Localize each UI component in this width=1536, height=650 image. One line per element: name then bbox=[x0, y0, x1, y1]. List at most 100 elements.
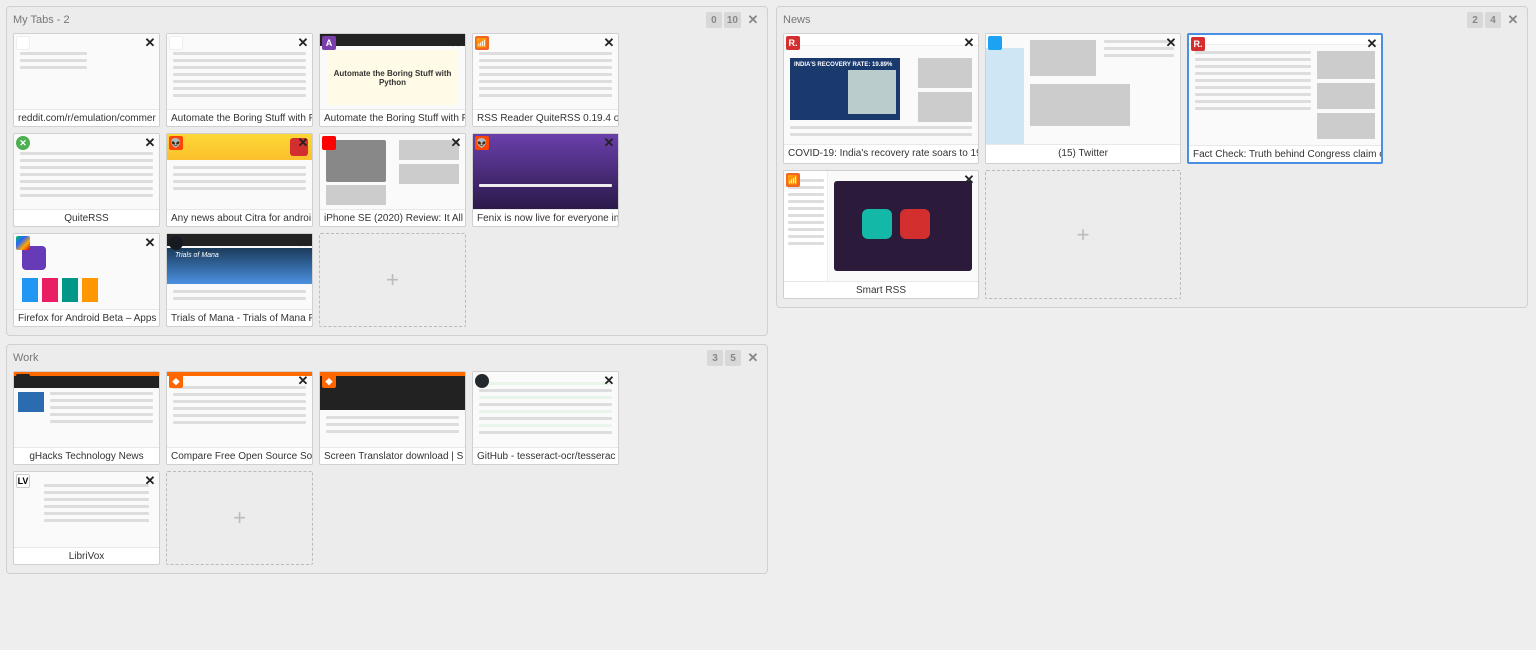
favicon bbox=[475, 374, 489, 388]
favicon: LV bbox=[16, 474, 30, 488]
group-badge[interactable]: 4 bbox=[1485, 12, 1501, 28]
close-icon[interactable]: ✕ bbox=[449, 374, 463, 388]
close-icon[interactable]: ✕ bbox=[296, 236, 310, 250]
tab-tile[interactable]: ◆✕Screen Translator download | S bbox=[319, 371, 466, 465]
tab-tile[interactable]: ✕ iPhone SE (2020) Review: It All bbox=[319, 133, 466, 227]
group-title: Work bbox=[13, 352, 705, 364]
tab-tile[interactable]: LV ✕ LibriVox bbox=[13, 471, 160, 565]
tab-tile[interactable]: ✕ gHacks Technology News bbox=[13, 371, 160, 465]
close-icon[interactable]: ✕ bbox=[143, 136, 157, 150]
close-icon[interactable]: ✕ bbox=[296, 36, 310, 50]
tab-tile[interactable]: ✕✕QuiteRSS bbox=[13, 133, 160, 227]
tab-tile[interactable]: ✕ Firefox for Android Beta – Apps bbox=[13, 233, 160, 327]
tab-tile[interactable]: INDIA'S RECOVERY RATE: 19.89%R.✕COVID-19… bbox=[783, 33, 979, 164]
group-title: News bbox=[783, 14, 1465, 26]
favicon bbox=[16, 36, 30, 50]
group-badge[interactable]: 10 bbox=[724, 12, 741, 28]
tab-title: Fenix is now live for everyone in bbox=[473, 209, 618, 226]
tab-tile[interactable]: 📶 ✕ Smart RSS bbox=[783, 170, 979, 299]
tab-thumbnail: ✕✕ bbox=[14, 134, 159, 209]
close-icon[interactable]: ✕ bbox=[143, 374, 157, 388]
close-icon[interactable]: ✕ bbox=[745, 12, 761, 28]
favicon: A bbox=[322, 36, 336, 50]
favicon bbox=[322, 136, 336, 150]
tile-container: ✕reddit.com/r/emulation/commer✕Automate … bbox=[13, 33, 761, 327]
tab-title: Compare Free Open Source So bbox=[167, 447, 312, 464]
favicon: R. bbox=[1191, 37, 1205, 51]
tab-thumbnail: LV ✕ bbox=[14, 472, 159, 547]
tab-thumbnail: 👽✕ bbox=[473, 134, 618, 209]
tile-container: INDIA'S RECOVERY RATE: 19.89%R.✕COVID-19… bbox=[783, 33, 1521, 299]
close-icon[interactable]: ✕ bbox=[449, 136, 463, 150]
tab-tile[interactable]: Trials of Mana✕Trials of Mana - Trials o… bbox=[166, 233, 313, 327]
group-badge[interactable]: 0 bbox=[706, 12, 722, 28]
close-icon[interactable]: ✕ bbox=[602, 374, 616, 388]
tab-thumbnail: Automate the Boring Stuff with PythonA✕ bbox=[320, 34, 465, 109]
tab-title: Fact Check: Truth behind Congress claim … bbox=[1189, 145, 1381, 162]
favicon: ◆ bbox=[169, 374, 183, 388]
tab-title: GitHub - tesseract-ocr/tesserac bbox=[473, 447, 618, 464]
tab-title: QuiteRSS bbox=[14, 209, 159, 226]
tile-container: ✕gHacks Technology News◆✕Compare Free Op… bbox=[13, 371, 761, 565]
tab-tile[interactable]: ✕ reddit.com/r/emulation/commer bbox=[13, 33, 160, 127]
favicon: 📶 bbox=[786, 173, 800, 187]
tab-thumbnail: ✕ bbox=[14, 372, 159, 447]
close-icon[interactable]: ✕ bbox=[602, 136, 616, 150]
tab-tile[interactable]: 📶 ✕ RSS Reader QuiteRSS 0.19.4 o bbox=[472, 33, 619, 127]
favicon: 📶 bbox=[475, 36, 489, 50]
group-badge[interactable]: 3 bbox=[707, 350, 723, 366]
close-icon[interactable]: ✕ bbox=[296, 136, 310, 150]
favicon: ✕ bbox=[16, 136, 30, 150]
tab-title: Firefox for Android Beta – Apps bbox=[14, 309, 159, 326]
tab-title: iPhone SE (2020) Review: It All bbox=[320, 209, 465, 226]
favicon: ◆ bbox=[322, 374, 336, 388]
tab-thumbnail: ✕ bbox=[473, 372, 618, 447]
close-icon[interactable]: ✕ bbox=[962, 36, 976, 50]
tab-title: reddit.com/r/emulation/commer bbox=[14, 109, 159, 126]
close-icon[interactable]: ✕ bbox=[1505, 12, 1521, 28]
group-badge[interactable]: 5 bbox=[725, 350, 741, 366]
group-header: My Tabs - 2010✕ bbox=[13, 11, 761, 29]
tab-title: Screen Translator download | S bbox=[320, 447, 465, 464]
tab-title: Any news about Citra for androi bbox=[167, 209, 312, 226]
close-icon[interactable]: ✕ bbox=[1365, 37, 1379, 51]
close-icon[interactable]: ✕ bbox=[962, 173, 976, 187]
tab-thumbnail: ✕ bbox=[167, 34, 312, 109]
add-tab-placeholder[interactable]: + bbox=[319, 233, 466, 327]
tab-tile[interactable]: ✕ GitHub - tesseract-ocr/tesserac bbox=[472, 371, 619, 465]
tab-tile[interactable]: ✕(15) Twitter bbox=[985, 33, 1181, 164]
favicon bbox=[988, 36, 1002, 50]
tab-title: RSS Reader QuiteRSS 0.19.4 o bbox=[473, 109, 618, 126]
tab-title: COVID-19: India's recovery rate soars to… bbox=[784, 144, 978, 161]
tab-title: Trials of Mana - Trials of Mana P bbox=[167, 309, 312, 326]
tab-title: LibriVox bbox=[14, 547, 159, 564]
tab-thumbnail: ✕ bbox=[14, 234, 159, 309]
group-title: My Tabs - 2 bbox=[13, 14, 704, 26]
close-icon[interactable]: ✕ bbox=[143, 474, 157, 488]
close-icon[interactable]: ✕ bbox=[1164, 36, 1178, 50]
close-icon[interactable]: ✕ bbox=[143, 236, 157, 250]
tab-tile[interactable]: 👽✕Any news about Citra for androi bbox=[166, 133, 313, 227]
tab-title: Automate the Boring Stuff with P bbox=[320, 109, 465, 126]
tab-thumbnail: ✕ bbox=[986, 34, 1180, 144]
favicon bbox=[169, 236, 183, 250]
add-tab-placeholder[interactable]: + bbox=[985, 170, 1181, 299]
tab-tile[interactable]: 👽✕Fenix is now live for everyone in bbox=[472, 133, 619, 227]
tab-tile[interactable]: ✕Automate the Boring Stuff with P bbox=[166, 33, 313, 127]
close-icon[interactable]: ✕ bbox=[296, 374, 310, 388]
tab-title: gHacks Technology News bbox=[14, 447, 159, 464]
favicon: 👽 bbox=[169, 136, 183, 150]
close-icon[interactable]: ✕ bbox=[602, 36, 616, 50]
tab-thumbnail: INDIA'S RECOVERY RATE: 19.89%R.✕ bbox=[784, 34, 978, 144]
tab-tile[interactable]: ◆ ✕ Compare Free Open Source So bbox=[166, 371, 313, 465]
close-icon[interactable]: ✕ bbox=[745, 350, 761, 366]
tab-tile[interactable]: Automate the Boring Stuff with PythonA✕A… bbox=[319, 33, 466, 127]
group-badge[interactable]: 2 bbox=[1467, 12, 1483, 28]
tab-title: Smart RSS bbox=[784, 281, 978, 298]
tab-tile[interactable]: R. ✕ Fact Check: Truth behind Congress cla… bbox=[1187, 33, 1383, 164]
tab-thumbnail: 👽✕ bbox=[167, 134, 312, 209]
close-icon[interactable]: ✕ bbox=[143, 36, 157, 50]
tab-thumbnail: ◆✕ bbox=[320, 372, 465, 447]
add-tab-placeholder[interactable]: + bbox=[166, 471, 313, 565]
close-icon[interactable]: ✕ bbox=[449, 36, 463, 50]
